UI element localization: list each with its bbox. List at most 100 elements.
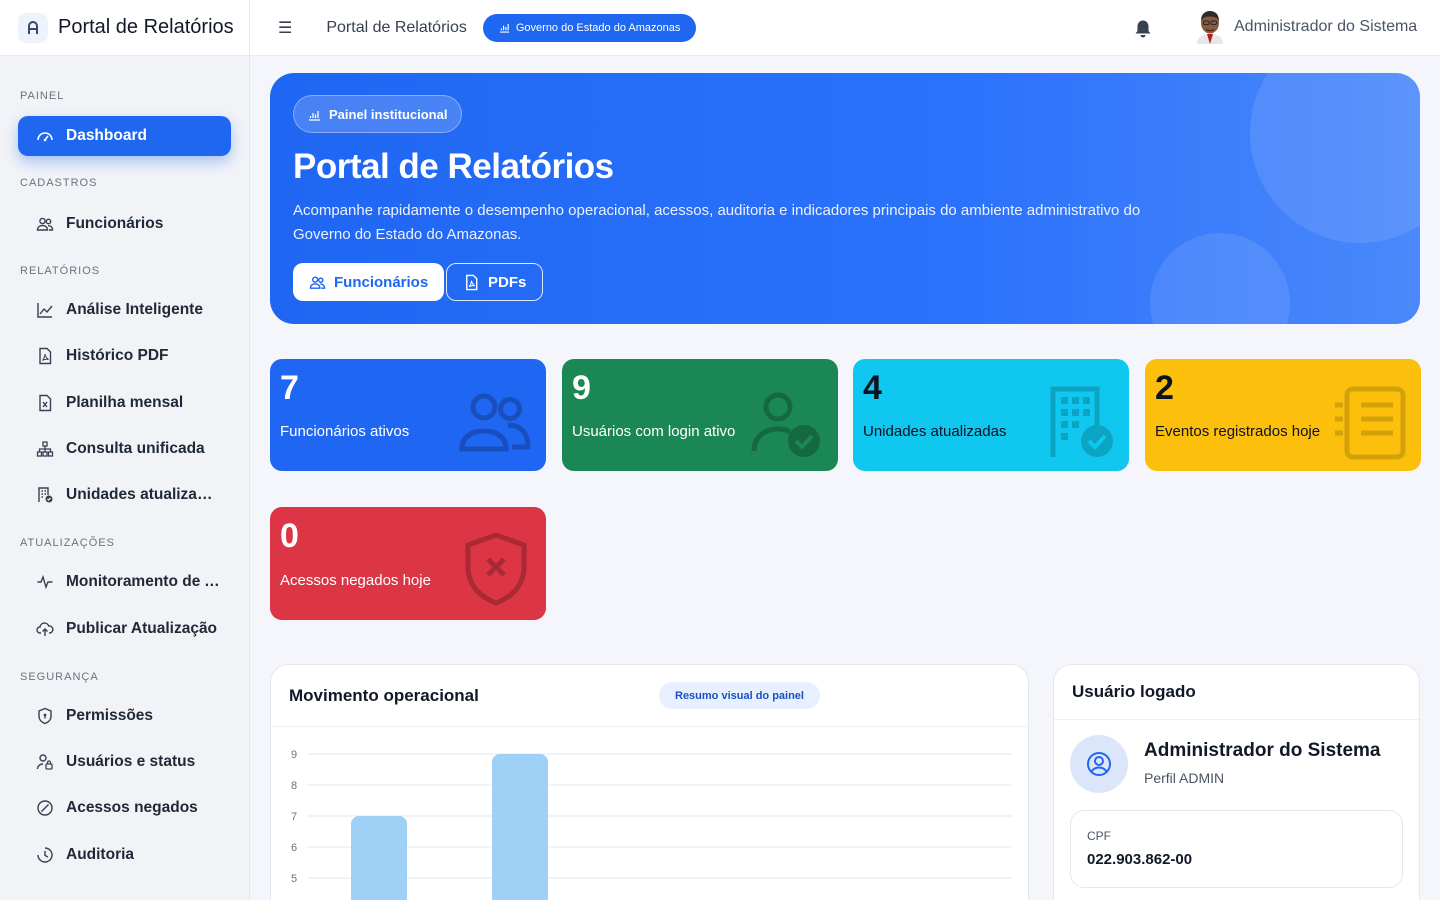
chart-card-header: Movimento operacional Resumo visual do p… (271, 665, 1028, 727)
stat-card-eventos-hoje[interactable]: 2 Eventos registrados hoje (1145, 359, 1421, 471)
people-icon (309, 276, 326, 289)
pdfs-button[interactable]: PDFs (446, 263, 544, 301)
chart-y-tick-label: 8 (291, 780, 297, 792)
file-pdf-icon (466, 274, 478, 290)
slash-circle-icon (37, 800, 53, 816)
shield-x-icon (465, 532, 527, 606)
stat-label: Usuários com login ativo (572, 423, 736, 440)
hero-banner: Painel institucional Portal de Relatório… (270, 73, 1420, 324)
stat-label: Eventos registrados hoje (1155, 423, 1321, 440)
sidebar-item-funcionarios[interactable]: Funcionários (18, 204, 231, 244)
menu-toggle-icon[interactable]: ☰ (278, 18, 292, 38)
stat-card-usuarios-login[interactable]: 9 Usuários com login ativo (562, 359, 838, 471)
nav-section-seguranca: SEGURANÇA (20, 671, 99, 683)
sidebar-item-acessos-negados[interactable]: Acessos negados (18, 788, 231, 828)
sidebar-item-planilha-mensal[interactable]: Planilha mensal (18, 383, 231, 423)
stat-value: 4 (863, 369, 882, 407)
funcionarios-button[interactable]: Funcionários (293, 263, 445, 301)
topbar: ☰ Portal de Relatórios Governo do Estado… (250, 0, 1440, 56)
chart-pill: Resumo visual do painel (659, 682, 820, 709)
building-check-icon (38, 487, 53, 503)
chart-y-tick-label: 5 (291, 873, 297, 885)
list-task-icon (1335, 386, 1406, 460)
sidebar-item-label: Dashboard (66, 127, 147, 144)
bar-chart-icon (499, 23, 509, 33)
stat-value: 2 (1155, 369, 1174, 407)
person-check-icon (751, 392, 820, 457)
sidebar-item-publicar-atualizacao[interactable]: Publicar Atualização (18, 609, 231, 649)
stat-label: Acessos negados hoje (280, 572, 431, 589)
sidebar-item-label: Permissões (66, 707, 154, 724)
sidebar-item-consulta-unificada[interactable]: Consulta unificada (18, 429, 231, 469)
funcionarios-button-label: Funcionários (334, 273, 429, 291)
stat-label: Funcionários ativos (280, 423, 410, 440)
chart-y-tick-label: 7 (291, 811, 297, 823)
bell-icon[interactable] (1132, 18, 1154, 40)
sidebar-item-label: Usuários e status (66, 753, 196, 770)
stat-card-acessos-negados[interactable]: 0 Acessos negados hoje (270, 507, 546, 620)
stat-value: 7 (280, 369, 299, 407)
sidebar-item-unidades-atualizadas[interactable]: Unidades atualizadas (18, 475, 231, 515)
cpf-box: CPF 022.903.862-00 (1070, 810, 1403, 888)
nav-section-cadastros: CADASTROS (20, 177, 98, 189)
user-card-header: Usuário logado (1054, 665, 1419, 720)
topbar-badge-label: Governo do Estado do Amazonas (515, 21, 681, 34)
user-card-title: Usuário logado (1072, 682, 1196, 701)
user-card-role: Perfil ADMIN (1144, 770, 1225, 786)
avatar[interactable] (1194, 8, 1226, 44)
hero-decoration (1250, 73, 1420, 243)
diagram-icon (36, 441, 54, 457)
brand-title: Portal de Relatórios (58, 16, 234, 38)
chart-y-tick-label: 9 (291, 749, 297, 761)
stat-label: Unidades atualizadas (863, 423, 1007, 440)
building-check-icon (1050, 386, 1113, 457)
user-card: Usuário logado Administrador do Sistema … (1053, 664, 1420, 900)
file-excel-icon (39, 394, 52, 412)
stat-value: 9 (572, 369, 591, 407)
person-circle-icon (1087, 752, 1111, 776)
people-icon (459, 393, 531, 452)
brand[interactable]: Portal de Relatórios (0, 0, 249, 56)
stat-card-funcionarios-ativos[interactable]: 7 Funcionários ativos (270, 359, 546, 471)
user-card-name: Administrador do Sistema (1144, 740, 1381, 761)
sidebar-item-analise-inteligente[interactable]: Análise Inteligente (18, 290, 231, 330)
chart-bar[interactable] (351, 816, 407, 900)
sidebar-item-historico-pdf[interactable]: Histórico PDF (18, 336, 231, 376)
person-lock-icon (36, 754, 53, 770)
sidebar-item-permissoes[interactable]: Permissões (18, 696, 231, 736)
chart-y-tick-label: 6 (291, 842, 297, 854)
shield-lock-icon (38, 707, 52, 725)
sidebar-item-monitoramento[interactable]: Monitoramento de Atualizações (18, 562, 231, 602)
topbar-user-name[interactable]: Administrador do Sistema (1234, 18, 1417, 36)
nav-section-painel: PAINEL (20, 90, 65, 102)
hero-description: Acompanhe rapidamente o desempenho opera… (293, 202, 1141, 243)
sidebar-item-usuarios-status[interactable]: Usuários e status (18, 742, 231, 782)
sidebar-item-label: Histórico PDF (66, 347, 169, 364)
sidebar-item-label: Auditoria (66, 846, 135, 863)
cpf-value: 022.903.862-00 (1087, 851, 1193, 868)
activity-icon (37, 574, 53, 590)
brand-logo-icon (18, 12, 48, 43)
bar-chart-icon (309, 110, 320, 121)
chart-bar[interactable] (492, 754, 548, 900)
chart-card-title: Movimento operacional (289, 685, 479, 705)
sidebar-item-auditoria[interactable]: Auditoria (18, 835, 231, 875)
people-icon (36, 217, 54, 231)
cloud-upload-icon (36, 622, 54, 636)
sidebar-item-label: Publicar Atualização (66, 620, 218, 637)
sidebar-item-label: Planilha mensal (66, 394, 184, 411)
graph-up-icon (37, 303, 53, 318)
file-pdf-icon (39, 347, 52, 365)
chart-card: Movimento operacional Resumo visual do p… (270, 664, 1029, 900)
cpf-label: CPF (1087, 829, 1111, 843)
hero-title: Portal de Relatórios (293, 147, 614, 186)
stat-value: 0 (280, 517, 299, 555)
sidebar-item-label: Funcionários (66, 215, 164, 232)
sidebar-item-dashboard[interactable]: Dashboard (18, 116, 231, 156)
sidebar-item-label: Monitoramento de Atualizações (66, 573, 221, 590)
sidebar-item-label: Análise Inteligente (66, 301, 203, 318)
clock-history-icon (37, 847, 53, 863)
topbar-badge: Governo do Estado do Amazonas (482, 13, 697, 42)
stat-card-unidades-atualizadas[interactable]: 4 Unidades atualizadas (853, 359, 1129, 471)
nav-section-relatorios: RELATÓRIOS (20, 265, 101, 277)
